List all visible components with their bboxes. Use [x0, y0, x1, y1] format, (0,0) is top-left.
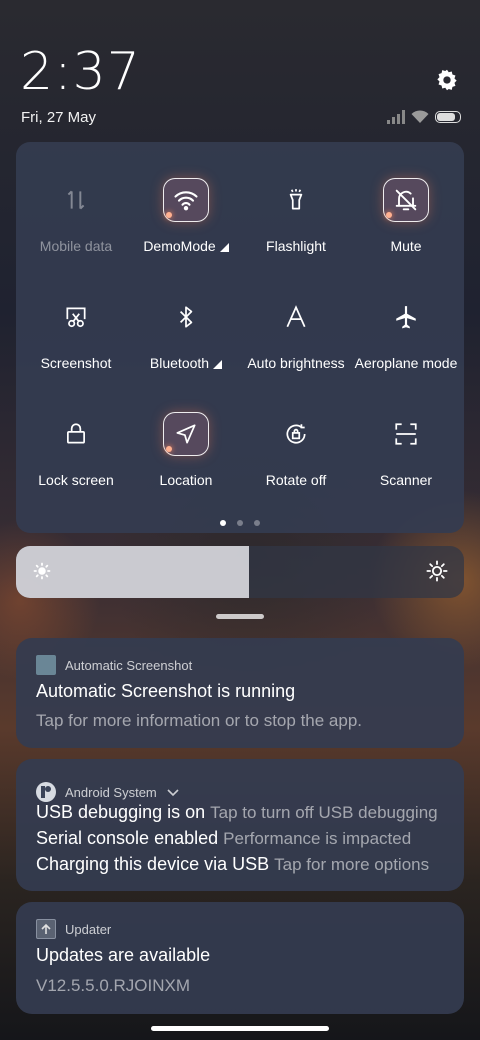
- notification-title: Updates are available: [36, 945, 211, 965]
- notification-title: Automatic Screenshot is running: [36, 681, 296, 701]
- brightness-high-icon: [426, 560, 448, 582]
- tile-location[interactable]: Location: [130, 376, 242, 488]
- tile-label: DemoMode: [143, 238, 216, 254]
- row-title: Charging this device via USB: [36, 854, 270, 874]
- notification-text: Tap for more information or to stop the …: [36, 711, 363, 730]
- app-name: Android System: [65, 784, 157, 800]
- rotate-lock-icon: [274, 412, 318, 456]
- row-title: Serial console enabled: [36, 828, 219, 848]
- tile-mobile-data[interactable]: Mobile data: [20, 142, 132, 254]
- clock[interactable]: 2:37: [20, 42, 141, 102]
- status-icons: [387, 109, 461, 125]
- cell-signal-icon: [387, 110, 405, 124]
- updater-icon: [36, 919, 56, 939]
- page-dot[interactable]: [237, 520, 243, 526]
- row-text: Performance is impacted: [223, 829, 412, 848]
- android-system-icon: [36, 782, 56, 802]
- row-text: Tap to turn off USB debugging: [210, 803, 438, 822]
- notification-updater[interactable]: Updater Updates are available V12.5.5.0.…: [16, 902, 464, 1014]
- notification-text: V12.5.5.0.RJOINXM: [36, 976, 191, 995]
- row-title: USB debugging is on: [36, 802, 206, 822]
- expand-triangle-icon[interactable]: [213, 360, 223, 369]
- expand-triangle-icon[interactable]: [219, 243, 229, 252]
- tile-lock-screen[interactable]: Lock screen: [20, 376, 132, 488]
- bluetooth-icon: [164, 295, 208, 339]
- tile-rotate-off[interactable]: Rotate off: [240, 376, 352, 488]
- notification-row: Serial console enabled Performance is im…: [36, 828, 446, 849]
- tile-demomode[interactable]: DemoMode: [130, 142, 242, 254]
- tile-label: Location: [159, 472, 213, 488]
- auto-brightness-icon: [274, 295, 318, 339]
- page-indicator: [16, 520, 464, 526]
- brightness-slider[interactable]: [16, 546, 464, 598]
- drag-handle[interactable]: [216, 614, 264, 619]
- app-name: Automatic Screenshot: [65, 657, 193, 673]
- app-name: Updater: [65, 921, 112, 937]
- tile-scanner[interactable]: Scanner: [350, 376, 462, 488]
- page-dot[interactable]: [254, 520, 260, 526]
- tile-screenshot[interactable]: Screenshot: [20, 259, 132, 371]
- notification-app-header: Automatic Screenshot: [36, 655, 192, 675]
- brightness-low-icon: [33, 562, 51, 580]
- tile-label: Flashlight: [266, 238, 326, 254]
- wifi-icon: [163, 178, 209, 222]
- tile-label: Scanner: [379, 472, 433, 488]
- lock-icon: [54, 412, 98, 456]
- notification-app-header: Android System: [36, 782, 180, 802]
- tile-auto-brightness[interactable]: Auto brightness: [240, 259, 352, 371]
- notification-row: USB debugging is on Tap to turn off USB …: [36, 802, 446, 823]
- notification-app-header: Updater: [36, 919, 111, 939]
- tile-label: Aeroplane mode: [354, 355, 458, 371]
- notification-android-system[interactable]: Android System USB debugging is on Tap t…: [16, 759, 464, 891]
- tile-label: Auto brightness: [247, 355, 345, 371]
- tile-label: Bluetooth: [149, 355, 210, 371]
- tile-label: Mute: [390, 238, 422, 254]
- row-text: Tap for more options: [274, 855, 430, 874]
- location-icon: [163, 412, 209, 456]
- date[interactable]: Fri, 27 May: [21, 109, 96, 126]
- tile-label: Screenshot: [40, 355, 112, 371]
- tile-label: Lock screen: [38, 472, 114, 488]
- wifi-status-icon: [411, 110, 429, 123]
- bell-off-icon: [383, 178, 429, 222]
- tile-label: Mobile data: [39, 238, 113, 254]
- screenshot-icon: [54, 295, 98, 339]
- mobile-data-icon: [54, 178, 98, 222]
- chevron-down-icon[interactable]: [166, 787, 180, 797]
- tile-aeroplane-mode[interactable]: Aeroplane mode: [350, 259, 462, 371]
- tile-bluetooth[interactable]: Bluetooth: [130, 259, 242, 371]
- flashlight-icon: [274, 178, 318, 222]
- scanner-icon: [384, 412, 428, 456]
- tile-label: Rotate off: [265, 472, 327, 488]
- home-indicator[interactable]: [151, 1026, 329, 1031]
- tile-mute[interactable]: Mute: [350, 142, 462, 254]
- quick-settings-panel: Mobile data DemoMode Flashlight Mute Scr…: [16, 142, 464, 533]
- tile-flashlight[interactable]: Flashlight: [240, 142, 352, 254]
- notification-automatic-screenshot[interactable]: Automatic Screenshot Automatic Screensho…: [16, 638, 464, 748]
- page-dot[interactable]: [220, 520, 226, 526]
- app-icon: [36, 655, 56, 675]
- battery-icon: [435, 111, 461, 123]
- settings-gear-icon[interactable]: [430, 63, 464, 97]
- notification-row: Charging this device via USB Tap for mor…: [36, 854, 446, 875]
- airplane-icon: [384, 295, 428, 339]
